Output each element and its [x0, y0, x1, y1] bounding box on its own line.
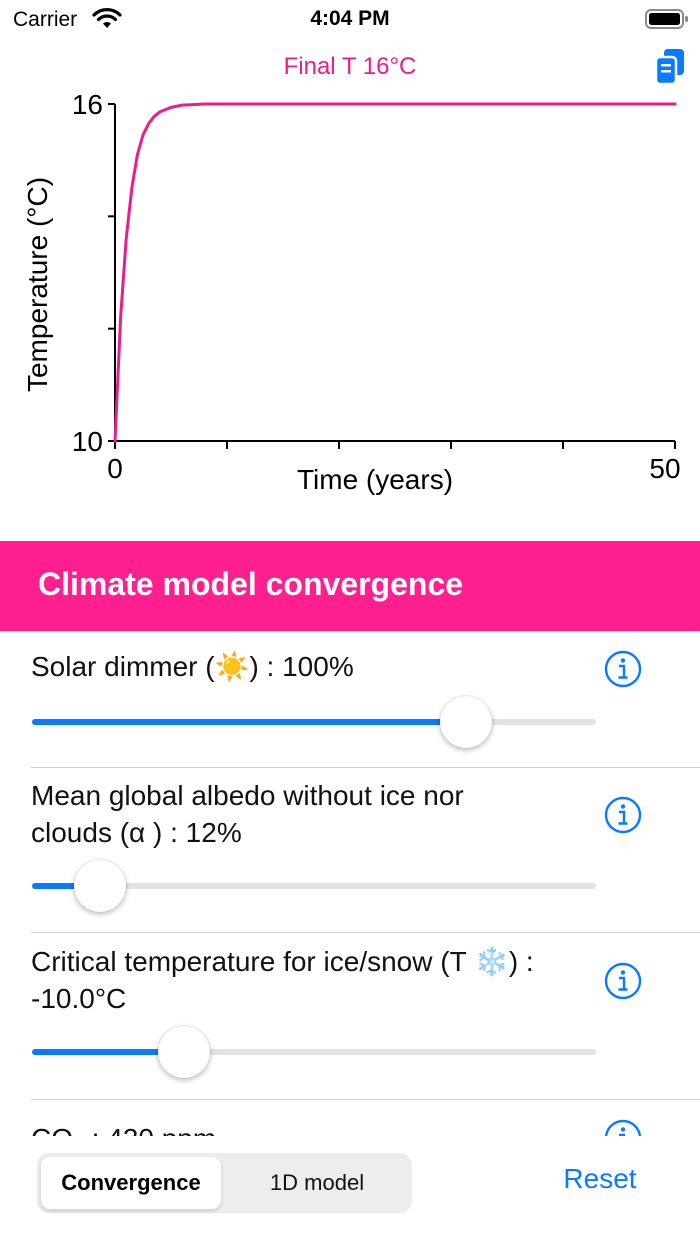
y-axis-label: Temperature (°C) — [22, 177, 53, 392]
slider-thumb[interactable] — [158, 1026, 211, 1078]
critical-temperature-slider[interactable] — [32, 1026, 596, 1078]
status-bar: Carrier 4:04 PM — [0, 0, 700, 40]
critical-temperature-label: Critical temperature for ice/snow (T ❄️)… — [31, 943, 551, 1017]
segment-1d-model[interactable]: 1D model — [227, 1157, 407, 1209]
chart-axes — [108, 103, 676, 449]
solar-dimmer-row: Solar dimmer (☀️) : 100% — [0, 631, 700, 768]
settings-list[interactable]: Solar dimmer (☀️) : 100% Mean global alb… — [0, 631, 700, 1136]
critical-temperature-row: Critical temperature for ice/snow (T ❄️)… — [0, 933, 700, 1100]
mode-segmented-control: Convergence 1D model — [37, 1153, 412, 1213]
co2-label: CO₂ : 420 ppm — [31, 1120, 551, 1136]
critical-temperature-label-text: Critical temperature for ice/snow (T ❄️)… — [31, 946, 534, 1014]
x-axis-label: Time (years) — [297, 464, 453, 495]
section-header: Climate model convergence — [0, 541, 700, 631]
info-icon[interactable] — [603, 795, 643, 835]
chart-title: Final T 16°C — [283, 53, 417, 80]
albedo-label: Mean global albedo without ice nor cloud… — [31, 780, 464, 848]
info-icon[interactable] — [603, 961, 643, 1001]
y-tick-label-16: 16 — [72, 89, 103, 120]
y-tick-label-10: 10 — [72, 426, 103, 457]
battery-icon — [645, 9, 688, 29]
info-icon[interactable] — [603, 1118, 643, 1136]
slider-thumb[interactable] — [440, 696, 493, 748]
segment-convergence[interactable]: Convergence — [41, 1157, 221, 1209]
solar-dimmer-slider[interactable] — [32, 696, 596, 748]
temperature-series-line — [113, 102, 677, 443]
solar-dimmer-label: Solar dimmer (☀️) : 100% — [31, 651, 354, 682]
albedo-row: Mean global albedo without ice nor cloud… — [0, 768, 700, 933]
x-tick-label-50: 50 — [649, 453, 680, 484]
section-title: Climate model convergence — [38, 566, 464, 602]
co2-row: CO₂ : 420 ppm — [0, 1100, 700, 1136]
reset-button[interactable]: Reset — [540, 1163, 660, 1195]
x-tick-label-0: 0 — [107, 453, 123, 484]
status-time: 4:04 PM — [310, 7, 390, 30]
slider-fill — [32, 719, 467, 725]
albedo-slider[interactable] — [32, 860, 596, 912]
info-icon[interactable] — [603, 649, 643, 689]
temperature-chart: 16 10 0 50 Time (years) Temperature (°C) — [22, 89, 681, 495]
slider-thumb[interactable] — [73, 860, 126, 912]
